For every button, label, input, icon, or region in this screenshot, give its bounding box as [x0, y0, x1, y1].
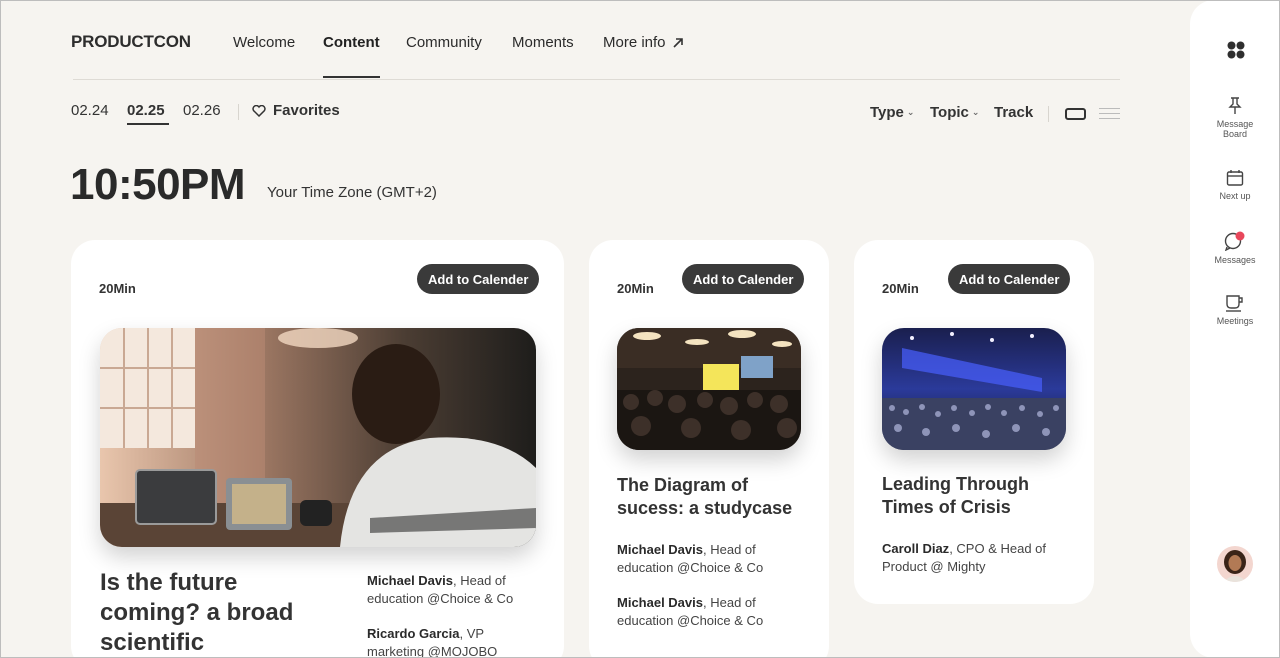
nav-content[interactable]: Content — [323, 34, 380, 51]
nav-welcome[interactable]: Welcome — [233, 34, 295, 51]
date-tab-0225[interactable]: 02.25 — [127, 102, 165, 119]
date-tab-0226[interactable]: 02.26 — [183, 102, 221, 119]
session-duration: 20Min — [99, 281, 136, 296]
external-arrow-icon — [672, 37, 683, 48]
speaker-info: Michael Davis, Head of education @Choice… — [367, 572, 537, 608]
nav-more-info-label: More info — [603, 34, 666, 51]
speaker-name: Ricardo Garcia — [367, 626, 460, 641]
nav-more-info[interactable]: More info — [603, 34, 684, 51]
pin-icon — [1228, 97, 1242, 114]
session-title[interactable]: The Diagram of sucess: a studycase — [617, 474, 807, 519]
track-filter[interactable]: Track — [994, 104, 1033, 121]
type-filter-label: Type — [870, 104, 904, 121]
speaker-info: Ricardo Garcia, VP marketing @MOJOBO — [367, 625, 537, 658]
topic-filter[interactable]: Topic ⌄ — [930, 104, 979, 121]
session-duration: 20Min — [617, 281, 654, 296]
sidebar-label: Next up — [1219, 191, 1251, 201]
topic-filter-label: Topic — [930, 104, 969, 121]
apps-grid-icon[interactable] — [1227, 41, 1245, 59]
chevron-down-icon: ⌄ — [971, 107, 980, 117]
speaker-name: Michael Davis — [367, 573, 453, 588]
session-photo — [617, 328, 801, 450]
favorites-label: Favorites — [273, 102, 340, 119]
nav-active-indicator — [323, 76, 380, 78]
sidebar-item-messages[interactable]: Messages — [1190, 231, 1280, 265]
nav-moments[interactable]: Moments — [512, 34, 574, 51]
sidebar-item-meetings[interactable]: Meetings — [1190, 294, 1280, 326]
sidebar-label: Meetings — [1216, 316, 1254, 326]
speaker-info: Caroll Diaz, CPO & Head of Product @ Mig… — [882, 540, 1062, 576]
track-filter-label: Track — [994, 104, 1034, 121]
session-photo — [882, 328, 1066, 450]
speaker-name: Caroll Diaz — [882, 541, 950, 556]
date-active-indicator — [127, 123, 169, 125]
sidebar-label: Messages — [1214, 255, 1256, 265]
favorites-button[interactable]: Favorites — [252, 102, 340, 119]
heart-icon — [252, 104, 266, 117]
sidebar-item-message-board[interactable]: Message Board — [1190, 97, 1280, 139]
cup-icon — [1226, 295, 1243, 312]
add-to-calendar-button[interactable]: Add to Calender — [417, 264, 540, 294]
session-photo — [100, 328, 536, 547]
current-time: 10:50PM — [70, 160, 246, 209]
add-to-calendar-button[interactable]: Add to Calender — [682, 264, 805, 294]
nav-community[interactable]: Community — [406, 34, 482, 51]
header-divider — [73, 79, 1120, 80]
sidebar-label: Message Board — [1216, 119, 1254, 139]
chevron-down-icon: ⌄ — [906, 107, 915, 117]
date-tab-0224[interactable]: 02.24 — [71, 102, 109, 119]
divider — [238, 104, 239, 120]
session-duration: 20Min — [882, 281, 919, 296]
avatar[interactable] — [1217, 546, 1253, 582]
app-logo[interactable]: PRODUCTCON — [71, 32, 191, 52]
calendar-icon — [1226, 170, 1244, 186]
session-title[interactable]: Leading Through Times of Crisis — [882, 473, 1072, 518]
chat-icon — [1224, 231, 1245, 251]
list-view-icon[interactable] — [1099, 108, 1120, 120]
divider — [1048, 106, 1049, 122]
add-to-calendar-button[interactable]: Add to Calender — [948, 264, 1071, 294]
speaker-name: Michael Davis — [617, 542, 703, 557]
speaker-name: Michael Davis — [617, 595, 703, 610]
session-title[interactable]: Is the future coming? a broad scientific — [100, 568, 340, 658]
card-view-icon[interactable] — [1065, 108, 1086, 120]
speaker-info: Michael Davis, Head of education @Choice… — [617, 541, 797, 577]
speaker-info: Michael Davis, Head of education @Choice… — [617, 594, 797, 630]
timezone-label: Your Time Zone (GMT+2) — [267, 184, 437, 201]
sidebar-item-next-up[interactable]: Next up — [1190, 169, 1280, 201]
type-filter[interactable]: Type ⌄ — [870, 104, 914, 121]
